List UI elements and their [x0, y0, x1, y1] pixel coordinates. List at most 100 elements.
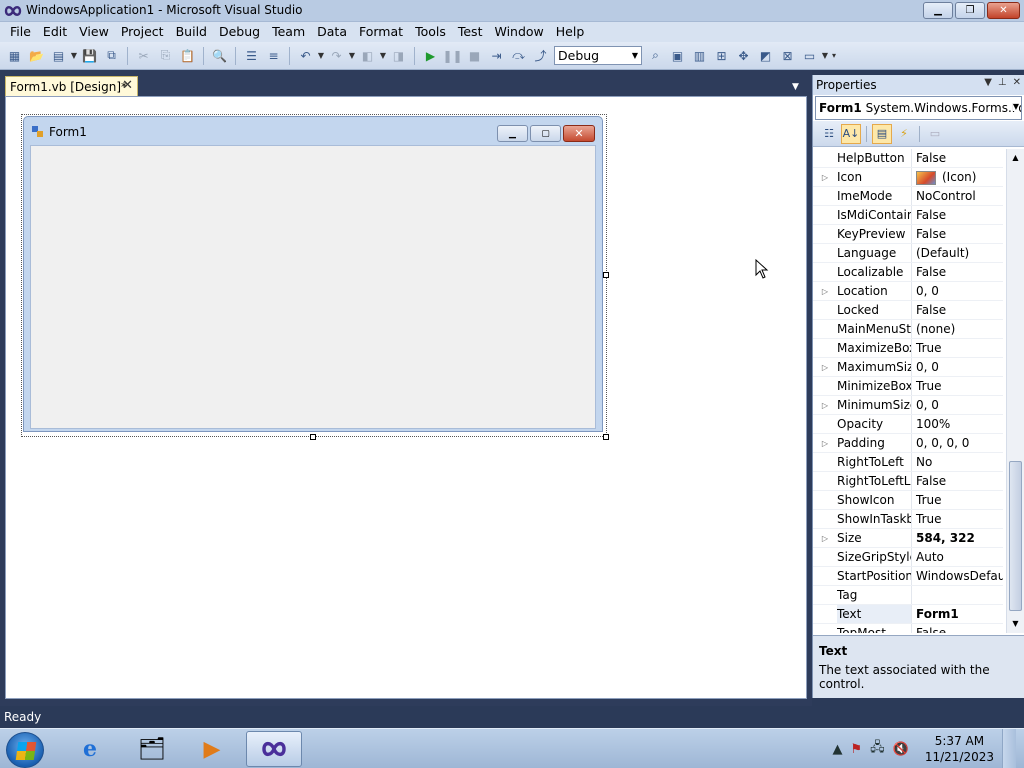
tab-form1-design[interactable]: Form1.vb [Design]* ✕ [5, 76, 138, 96]
property-value[interactable]: WindowsDefaul [912, 567, 1003, 585]
resize-handle-bottom-right[interactable] [603, 434, 609, 440]
events-button[interactable]: ⚡ [894, 124, 914, 144]
scroll-up-icon[interactable]: ▲ [1007, 151, 1024, 165]
menu-data[interactable]: Data [311, 22, 353, 42]
property-value[interactable]: 100% [912, 415, 1003, 433]
property-value[interactable]: (Default) [912, 244, 1003, 262]
start-page-button[interactable]: ⊠ [777, 45, 798, 66]
menu-window[interactable]: Window [488, 22, 549, 42]
property-value[interactable]: 0, 0, 0, 0 [912, 434, 1003, 452]
property-value[interactable]: True [912, 510, 1003, 528]
media-player-taskbar-button[interactable]: ▶ [184, 731, 240, 767]
cut-button[interactable]: ✂ [133, 45, 154, 66]
property-value[interactable]: False [912, 472, 1003, 490]
expand-arrow-icon[interactable]: ▷ [813, 358, 837, 376]
toolbar-options-dropdown[interactable]: ▾ [830, 51, 838, 60]
property-value[interactable]: Form1 [912, 605, 1003, 623]
resize-handle-bottom[interactable] [310, 434, 316, 440]
property-value[interactable]: False [912, 624, 1003, 633]
menu-team[interactable]: Team [266, 22, 311, 42]
property-value[interactable]: False [912, 149, 1003, 167]
file-explorer-taskbar-button[interactable]: 🗂 [124, 731, 180, 767]
object-browser-button[interactable]: ⊞ [711, 45, 732, 66]
property-row[interactable]: MinimizeBox True [813, 377, 1003, 396]
add-item-button[interactable]: ▤ [48, 45, 69, 66]
form-window[interactable]: Form1 ▁ ▢ ✕ [23, 116, 603, 432]
expand-arrow-icon[interactable]: ▷ [813, 282, 837, 300]
menu-edit[interactable]: Edit [37, 22, 73, 42]
start-debugging-button[interactable]: ▶ [420, 45, 441, 66]
property-row[interactable]: TopMost False [813, 624, 1003, 633]
close-tab-icon[interactable]: ✕ [122, 78, 133, 93]
property-row[interactable]: ImeMode NoControl [813, 187, 1003, 206]
property-row[interactable]: ShowInTaskba True [813, 510, 1003, 529]
property-row[interactable]: ▷ Icon (Icon) [813, 168, 1003, 187]
other-windows-dropdown[interactable]: ▼ [821, 51, 829, 60]
redo-dropdown[interactable]: ▼ [348, 51, 356, 60]
navigate-forward-button[interactable]: ◨ [388, 45, 409, 66]
solution-configuration-select[interactable]: Debug ▼ [554, 46, 642, 65]
step-into-button[interactable]: ⇥ [486, 45, 507, 66]
property-grid-scrollbar[interactable]: ▲ ▼ [1006, 149, 1024, 633]
clock[interactable]: 5:37 AM 11/21/2023 [925, 733, 994, 765]
menu-file[interactable]: File [4, 22, 37, 42]
property-row[interactable]: Language (Default) [813, 244, 1003, 263]
save-all-button[interactable]: ⧉ [101, 45, 122, 66]
toolbox-button[interactable]: ✥ [733, 45, 754, 66]
undo-dropdown[interactable]: ▼ [317, 51, 325, 60]
start-button[interactable] [6, 732, 44, 768]
menu-help[interactable]: Help [550, 22, 591, 42]
active-files-dropdown[interactable]: ▼ [792, 82, 799, 92]
categorized-button[interactable]: ☷ [819, 124, 839, 144]
object-selector[interactable]: Form1 System.Windows.Forms.Fo ▼ [815, 96, 1022, 120]
undo-button[interactable]: ↶ [295, 45, 316, 66]
expand-arrow-icon[interactable]: ▷ [813, 168, 837, 186]
other-windows-button[interactable]: ▭ [799, 45, 820, 66]
uncomment-button[interactable]: ≡ [263, 45, 284, 66]
expand-arrow-icon[interactable]: ▷ [813, 529, 837, 547]
property-row[interactable]: ▷ Location 0, 0 [813, 282, 1003, 301]
property-value[interactable]: NoControl [912, 187, 1003, 205]
property-row[interactable]: MainMenuStr (none) [813, 320, 1003, 339]
property-row[interactable]: StartPosition WindowsDefaul [813, 567, 1003, 586]
restore-button[interactable]: ❐ [955, 2, 985, 19]
new-project-button[interactable]: ▦ [4, 45, 25, 66]
property-row[interactable]: Locked False [813, 301, 1003, 320]
property-row[interactable]: RightToLeft No [813, 453, 1003, 472]
find-in-files-button[interactable]: ⌕ [645, 45, 666, 66]
property-row[interactable]: ▷ Size 584, 322 [813, 529, 1003, 548]
pin-icon[interactable]: ⊥ [998, 77, 1007, 88]
open-file-button[interactable]: 📂 [26, 45, 47, 66]
property-row[interactable]: ShowIcon True [813, 491, 1003, 510]
close-button[interactable]: ✕ [987, 2, 1020, 19]
property-row[interactable]: ▷MaximumSize 0, 0 [813, 358, 1003, 377]
visual-studio-taskbar-button[interactable] [246, 731, 302, 767]
property-value[interactable]: Auto [912, 548, 1003, 566]
property-value[interactable]: 0, 0 [912, 358, 1003, 376]
property-value[interactable]: True [912, 339, 1003, 357]
property-value[interactable]: False [912, 225, 1003, 243]
property-row[interactable]: Localizable False [813, 263, 1003, 282]
scroll-down-icon[interactable]: ▼ [1007, 617, 1024, 631]
properties-window-button[interactable]: ▥ [689, 45, 710, 66]
expand-arrow-icon[interactable]: ▷ [813, 396, 837, 414]
property-pages-button[interactable]: ▭ [925, 124, 945, 144]
menu-build[interactable]: Build [170, 22, 213, 42]
minimize-button[interactable]: ▁ [923, 2, 953, 19]
property-value[interactable]: No [912, 453, 1003, 471]
property-value[interactable]: 584, 322 [912, 529, 1003, 547]
stop-debugging-button[interactable]: ■ [464, 45, 485, 66]
property-value[interactable]: False [912, 301, 1003, 319]
break-all-button[interactable]: ❚❚ [442, 45, 463, 66]
comment-button[interactable]: ☰ [241, 45, 262, 66]
solution-explorer-button[interactable]: ▣ [667, 45, 688, 66]
volume-muted-icon[interactable]: 🔇 [893, 742, 909, 757]
show-desktop-button[interactable] [1002, 729, 1016, 768]
property-row[interactable]: IsMdiContain False [813, 206, 1003, 225]
menu-test[interactable]: Test [452, 22, 489, 42]
property-row[interactable]: KeyPreview False [813, 225, 1003, 244]
property-value[interactable]: False [912, 206, 1003, 224]
scrollbar-thumb[interactable] [1009, 461, 1022, 611]
close-panel-icon[interactable]: ✕ [1013, 77, 1021, 88]
copy-button[interactable]: ⎘ [155, 45, 176, 66]
